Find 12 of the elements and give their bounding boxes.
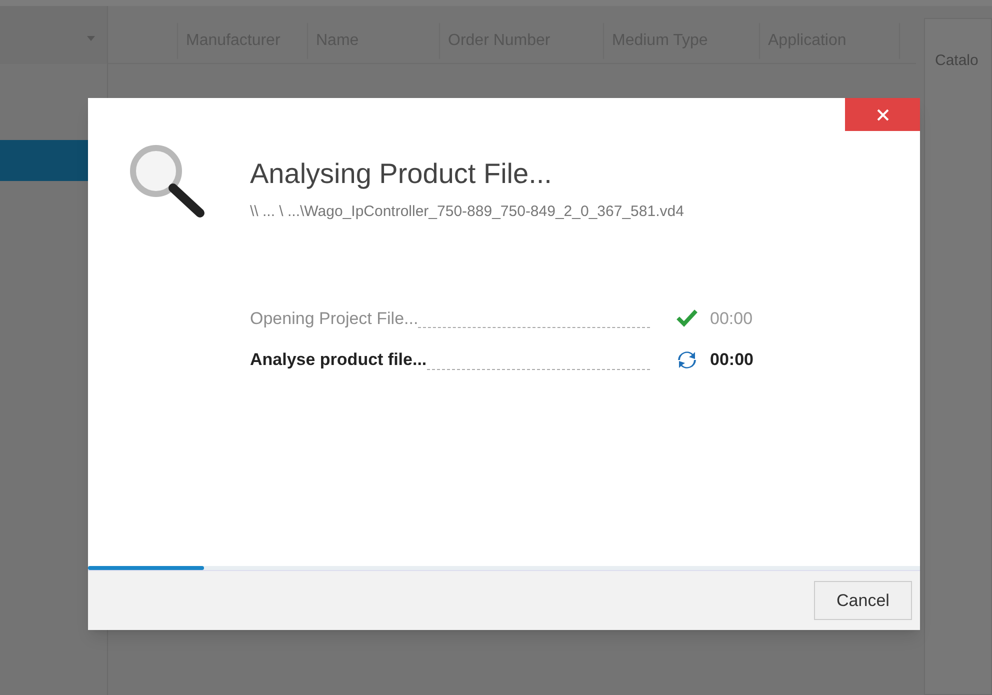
cancel-button[interactable]: Cancel xyxy=(814,581,912,620)
step-time: 00:00 xyxy=(710,308,753,330)
dialog-title: Analysing Product File... xyxy=(250,157,553,191)
close-button[interactable] xyxy=(845,98,920,131)
step-label: Analyse product file... xyxy=(250,349,427,371)
file-path: \\ ... \ ...\Wago_IpController_750-889_750-849_2_0_367_581.vd4 xyxy=(250,202,685,222)
checkmark-icon xyxy=(676,309,698,328)
close-icon xyxy=(876,108,888,120)
caret-icon xyxy=(87,36,95,41)
step-time: 00:00 xyxy=(710,349,754,371)
step-label: Opening Project File... xyxy=(250,308,418,330)
refresh-icon xyxy=(676,348,698,371)
